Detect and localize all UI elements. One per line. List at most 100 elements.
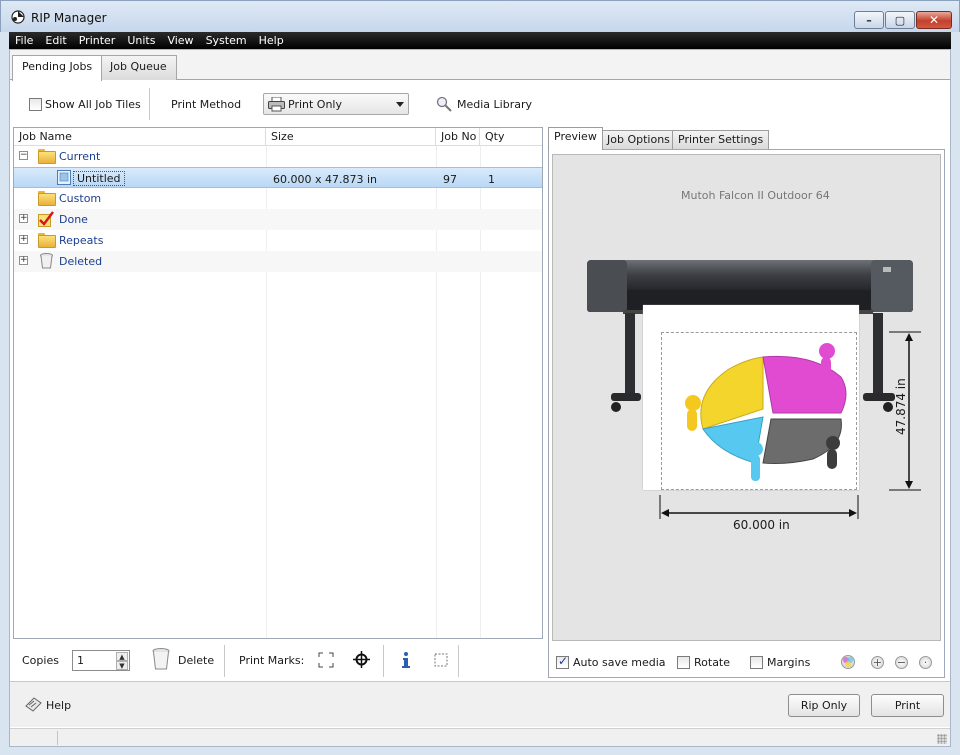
zoom-in-icon[interactable]: + [871,656,884,669]
print-button[interactable]: Print [871,694,944,717]
color-wheel-icon[interactable] [840,654,856,670]
width-dimension-label: 60.000 in [733,518,790,532]
media-library-icon[interactable] [436,96,453,112]
preview-options-bar: Auto save media Rotate Margins + − · [549,644,944,677]
tree-node-current[interactable]: − Current [14,146,542,167]
tab-printer-settings[interactable]: Printer Settings [672,130,770,150]
print-marks-label: Print Marks: [239,654,305,667]
printer-name: Mutoh Falcon II Outdoor 64 [681,189,830,202]
menu-bar: File Edit Printer Units View System Help [9,32,951,49]
info-icon[interactable] [398,651,414,669]
show-all-tiles-checkbox[interactable] [29,98,42,111]
printer-icon [268,97,285,112]
menu-printer[interactable]: Printer [73,32,122,49]
show-all-tiles-label: Show All Job Tiles [45,98,141,111]
tab-preview[interactable]: Preview [548,127,603,150]
trash-icon[interactable] [152,648,170,670]
preview-tab-strip: Preview Job Options Printer Settings [548,127,948,150]
crop-marks-icon[interactable] [318,652,334,668]
print-method-select[interactable]: Print Only [263,93,409,115]
rotate-checkbox[interactable] [677,656,690,669]
job-size-cell: 60.000 x 47.873 in [273,173,378,186]
col-header-job-name[interactable]: Job Name [14,128,266,146]
expand-icon[interactable]: + [19,255,28,265]
document-icon [57,170,71,185]
col-header-qty[interactable]: Qty [480,128,542,146]
rotate-label: Rotate [694,656,731,669]
table-row[interactable]: Untitled 60.000 x 47.873 in 97 1 [14,167,542,188]
tree-label-repeats: Repeats [59,234,104,247]
app-icon [11,10,25,24]
tree-node-repeats[interactable]: + Repeats [14,230,542,251]
toolbar: Show All Job Tiles Print Method Print On… [10,81,950,127]
job-name-cell: Untitled [73,171,125,186]
resize-grip-icon[interactable] [937,734,947,744]
tab-job-queue[interactable]: Job Queue [100,55,177,80]
tab-pending-jobs[interactable]: Pending Jobs [12,55,103,81]
margins-label: Margins [767,656,811,669]
height-dimension-wrap: 47.874 in [894,325,911,435]
folder-icon [38,149,56,164]
menu-help[interactable]: Help [253,32,290,49]
top-tab-strip: Pending Jobs Job Queue [10,50,950,81]
preview-canvas: Mutoh Falcon II Outdoor 64 60.000 in 47.… [552,154,941,641]
registration-mark-icon[interactable] [353,651,370,668]
tree-label-custom: Custom [59,192,102,205]
tree-node-custom[interactable]: Custom [14,188,542,209]
height-dimension-label: 47.874 in [894,378,908,435]
tree-node-done[interactable]: + Done [14,209,542,230]
preview-panel: Mutoh Falcon II Outdoor 64 60.000 in 47.… [548,149,945,678]
menu-units[interactable]: Units [121,32,161,49]
margin-box-icon[interactable] [434,653,448,667]
footer-bar: Help Rip Only Print [10,681,950,727]
tree-label-current: Current [59,150,101,163]
tree-node-deleted[interactable]: + Deleted [14,251,542,272]
folder-icon [38,191,56,206]
delete-button[interactable]: Delete [178,654,214,667]
margins-checkbox[interactable] [750,656,763,669]
window-title: RIP Manager [31,11,107,25]
menu-edit[interactable]: Edit [39,32,72,49]
job-actions-bar: Copies 1 ▲ ▼ Delete Print Marks: [13,642,543,680]
media-library-label[interactable]: Media Library [457,98,532,111]
print-method-label: Print Method [171,98,242,111]
auto-save-checkbox[interactable] [556,654,569,669]
maximize-button[interactable]: ▢ [885,11,915,29]
menu-view[interactable]: View [161,32,199,49]
close-button[interactable]: ✕ [916,11,952,29]
width-dimension-line [659,495,859,519]
auto-save-label: Auto save media [573,656,666,669]
job-qty-cell: 1 [488,173,495,186]
minimize-icon: – [866,13,872,27]
expand-icon[interactable]: + [19,234,28,244]
main-window: Pending Jobs Job Queue Show All Job Tile… [9,49,951,747]
copies-label: Copies [22,654,59,667]
menu-system[interactable]: System [200,32,253,49]
chevron-down-icon [396,102,404,107]
done-check-icon [38,211,54,227]
minimize-button[interactable]: – [854,11,884,29]
close-icon: ✕ [928,13,940,27]
status-bar [10,728,950,746]
pie-chart-artwork [685,343,847,481]
job-list-panel: Job Name Size Job No Qty − Current Untit… [13,127,543,639]
col-header-job-no[interactable]: Job No [436,128,480,146]
media-sheet [643,305,859,490]
title-bar: RIP Manager – ▢ ✕ [0,0,960,32]
col-header-size[interactable]: Size [266,128,436,146]
help-icon[interactable] [25,697,42,712]
tab-job-options[interactable]: Job Options [601,130,676,150]
spin-down-icon[interactable]: ▼ [116,661,128,670]
job-no-cell: 97 [443,173,457,186]
toolbar-divider [149,88,150,120]
menu-file[interactable]: File [9,32,39,49]
rip-only-button[interactable]: Rip Only [788,694,860,717]
copies-stepper[interactable]: 1 ▲ ▼ [72,650,130,671]
zoom-out-icon[interactable]: − [895,656,908,669]
help-button[interactable]: Help [46,699,71,712]
copies-value: 1 [77,654,84,667]
print-method-value: Print Only [288,98,342,111]
expand-icon[interactable]: + [19,213,28,223]
collapse-icon[interactable]: − [19,150,28,160]
fit-to-view-icon[interactable]: · [919,656,932,669]
